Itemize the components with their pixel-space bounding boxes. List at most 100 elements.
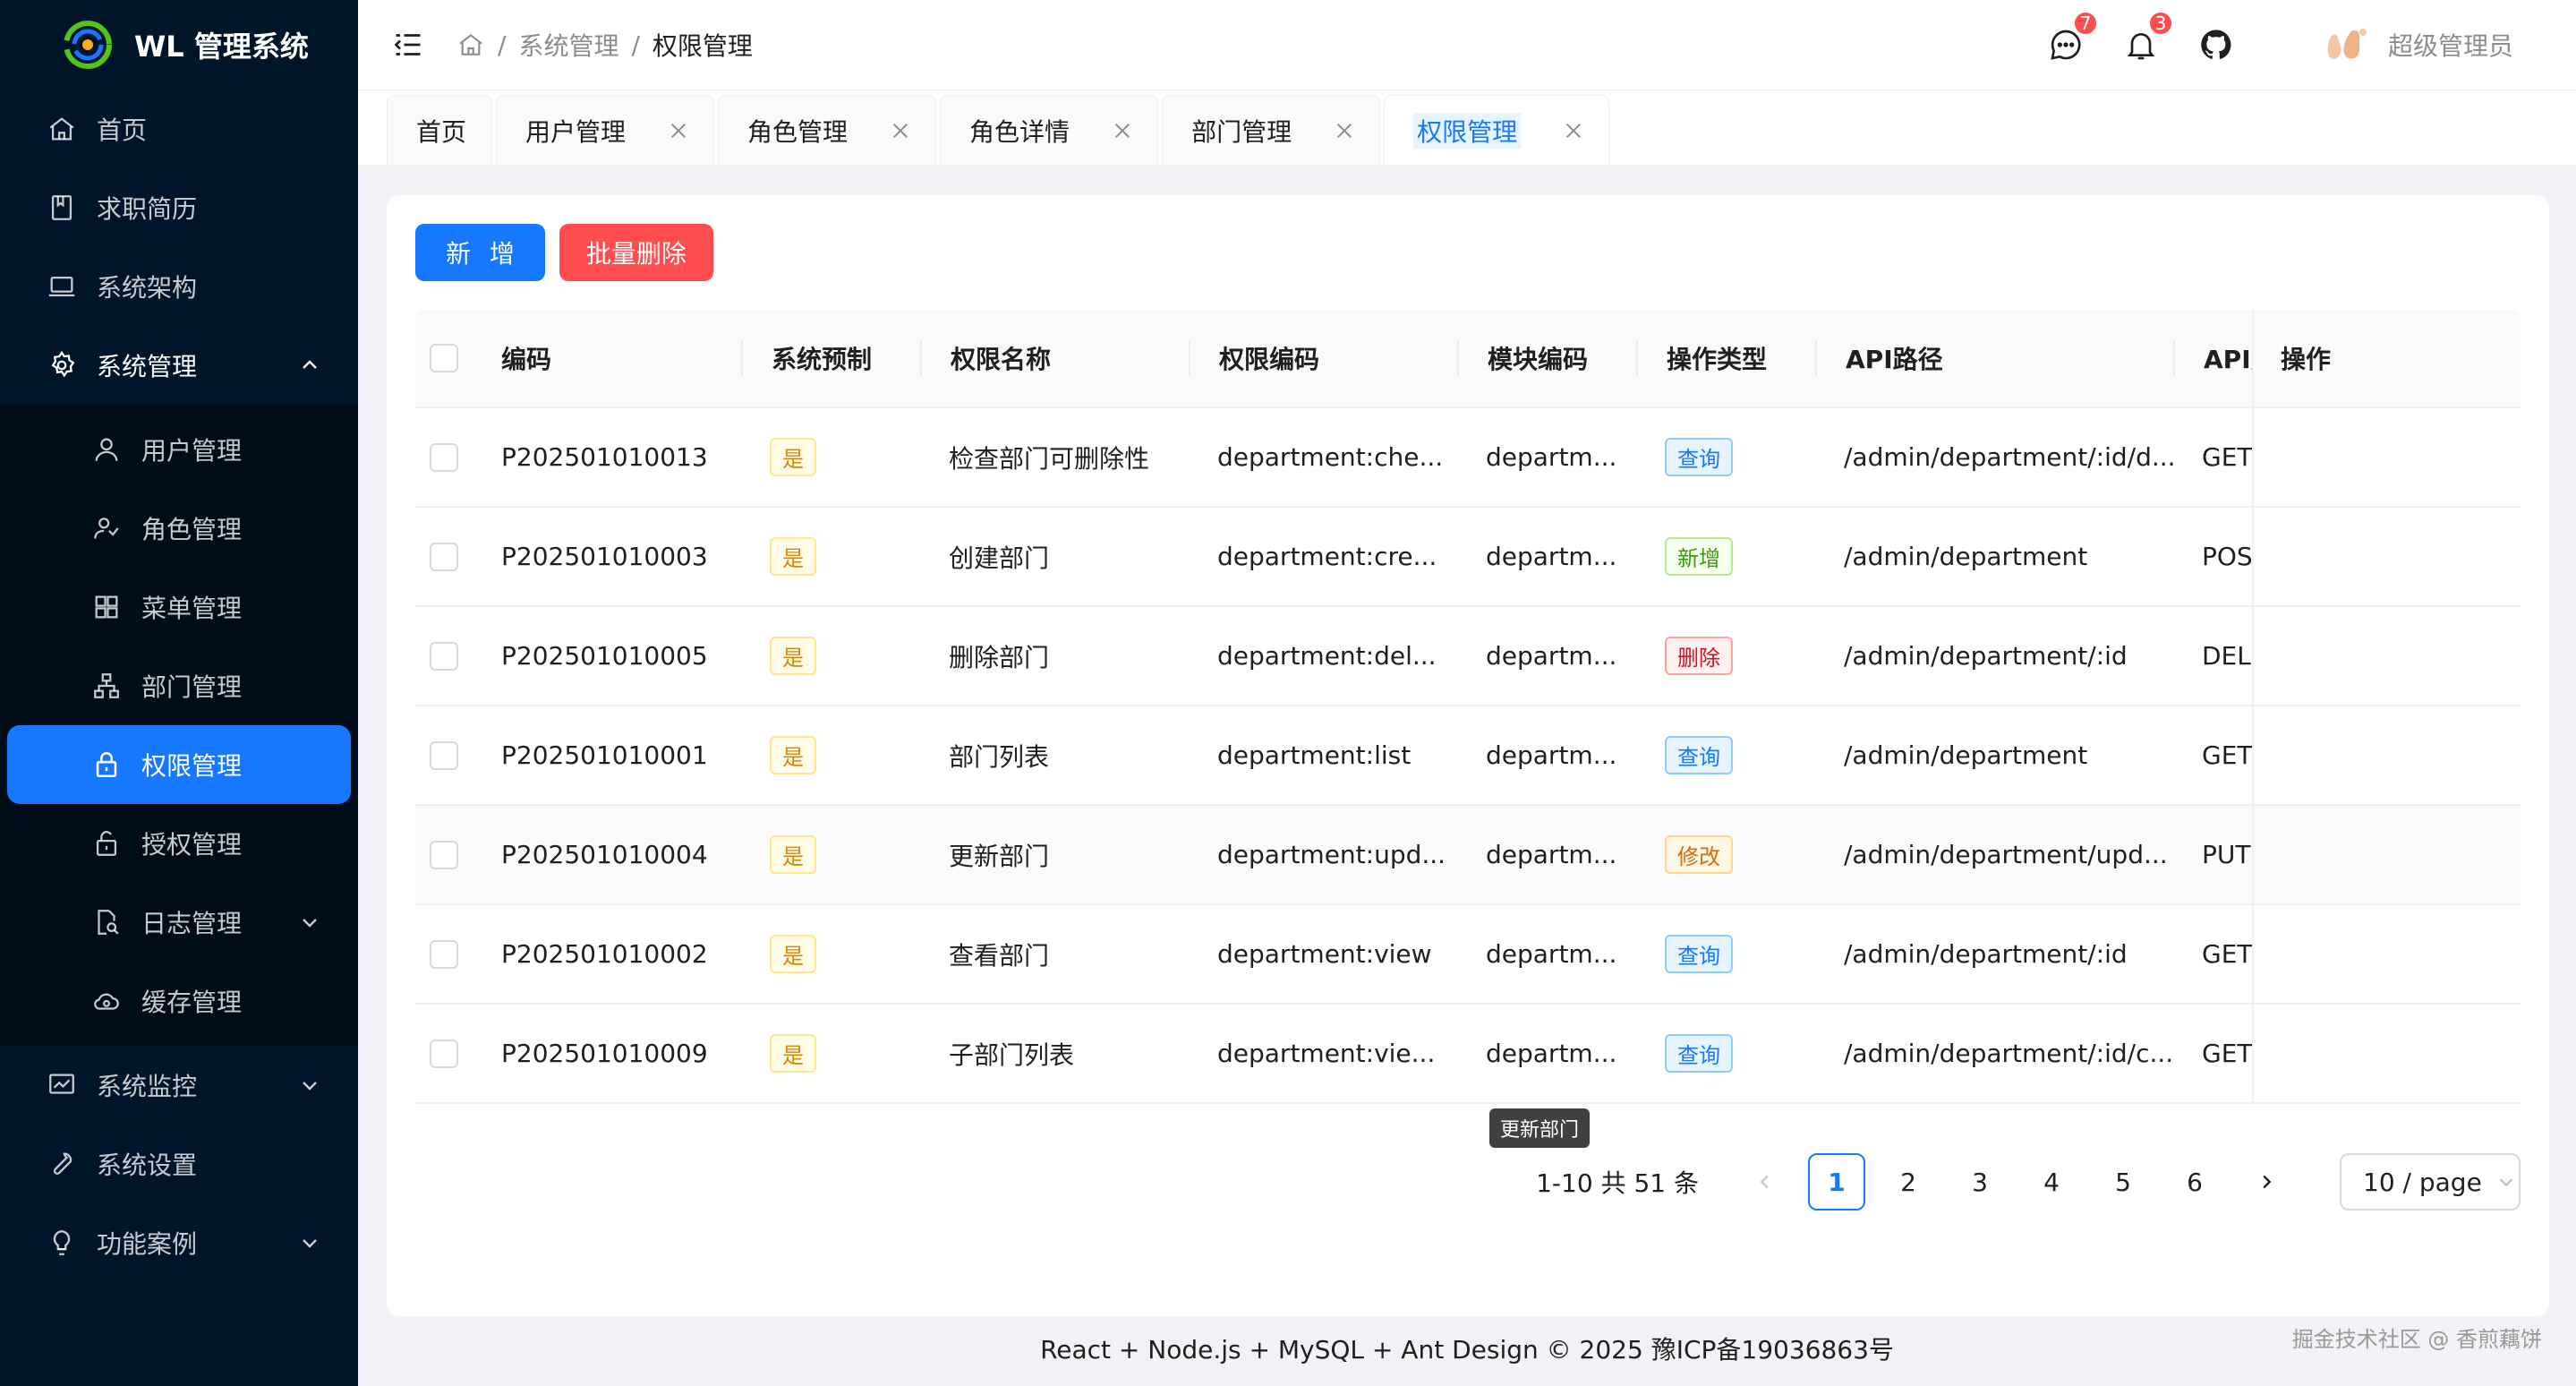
sidebar-item-departments[interactable]: 部门管理	[0, 646, 358, 725]
sidebar-item-architecture[interactable]: 系统架构	[0, 247, 358, 326]
user-name: 超级管理员	[2388, 27, 2513, 63]
sidebar-item-monitoring[interactable]: 系统监控	[0, 1046, 358, 1125]
row-checkbox[interactable]	[430, 741, 458, 770]
tab-departments[interactable]: 部门管理	[1162, 95, 1380, 165]
sidebar-item-label: 首页	[97, 111, 147, 147]
pagination-total: 1-10 共 51 条	[1536, 1164, 1699, 1200]
page-button[interactable]: 1	[1808, 1153, 1865, 1211]
sidebar-item-logs[interactable]: 日志管理	[0, 883, 358, 962]
sidebar-item-system-management[interactable]: 系统管理	[0, 326, 358, 405]
home-icon[interactable]	[456, 30, 485, 59]
page-button[interactable]: 3	[1951, 1153, 2009, 1211]
table-row[interactable]: P202501010009是子部门列表department:vie...depa…	[415, 1005, 2521, 1104]
sidebar: WL 管理系统 首页 求职简历 系统架构 系统管理 用户管理 角色管理 菜单管理	[0, 0, 358, 1386]
sidebar-item-home[interactable]: 首页	[0, 90, 358, 168]
tooltip: 更新部门	[1489, 1108, 1590, 1148]
menu-fold-icon[interactable]	[392, 29, 424, 61]
table-row[interactable]: P202501010013是检查部门可删除性department:che...d…	[415, 408, 2521, 508]
table-row[interactable]: P202501010002是查看部门department:viewdepartm…	[415, 905, 2521, 1005]
book-icon	[47, 192, 77, 223]
table-row[interactable]: P202501010001是部门列表department:listdepartm…	[415, 706, 2521, 806]
cell-perm-code: department:che...	[1189, 442, 1457, 472]
page-button[interactable]: 2	[1880, 1153, 1937, 1211]
cell-perm-code: department:upd...	[1189, 840, 1457, 869]
tab-role-detail[interactable]: 角色详情	[940, 95, 1158, 165]
cell-type: 查询	[1636, 935, 1815, 973]
column-header: 编码	[473, 340, 741, 376]
sidebar-item-label: 用户管理	[141, 432, 242, 467]
system-tag: 是	[770, 637, 816, 675]
breadcrumb-item[interactable]: 系统管理	[518, 27, 618, 63]
notification-button[interactable]: 3	[2123, 27, 2159, 63]
close-icon[interactable]	[669, 121, 688, 141]
close-icon[interactable]	[891, 121, 910, 141]
sidebar-item-roles[interactable]: 角色管理	[0, 489, 358, 568]
prev-page-button[interactable]	[1736, 1153, 1794, 1211]
breadcrumb: / 系统管理 / 权限管理	[456, 27, 753, 63]
lock-icon	[91, 749, 122, 780]
system-tag: 是	[770, 438, 816, 476]
sidebar-item-permissions[interactable]: 权限管理	[7, 725, 351, 804]
type-tag: 修改	[1665, 835, 1733, 874]
sidebar-item-authorization[interactable]: 授权管理	[0, 804, 358, 883]
table-row[interactable]: P202501010003是创建部门department:cre...depar…	[415, 508, 2521, 607]
cell-code: P202501010001	[473, 740, 741, 770]
cell-module: departm...	[1457, 641, 1636, 671]
close-icon[interactable]	[1113, 121, 1132, 141]
add-button[interactable]: 新 增	[415, 224, 545, 281]
table-body: P202501010013是检查部门可删除性department:che...d…	[415, 408, 2521, 1104]
chevron-down-icon	[299, 1232, 320, 1253]
cell-module: departm...	[1457, 442, 1636, 472]
close-icon[interactable]	[1335, 121, 1354, 141]
row-checkbox[interactable]	[430, 841, 458, 869]
cell-perm-code: department:cre...	[1189, 542, 1457, 571]
user-menu[interactable]: 超级管理员	[2324, 23, 2513, 66]
row-checkbox[interactable]	[430, 443, 458, 472]
app-title: WL 管理系统	[134, 24, 309, 65]
page-list: 123456	[1801, 1153, 2231, 1211]
cell-method: GET	[2173, 939, 2252, 969]
page-button[interactable]: 5	[2094, 1153, 2152, 1211]
page-button[interactable]: 4	[2023, 1153, 2080, 1211]
apartment-icon	[91, 671, 122, 701]
tab-roles[interactable]: 角色管理	[718, 95, 936, 165]
table-row[interactable]: P202501010004是更新部门department:upd...depar…	[415, 806, 2521, 905]
cell-type: 修改	[1636, 835, 1815, 874]
tab-home[interactable]: 首页	[387, 95, 492, 165]
cell-module: departm...	[1457, 939, 1636, 969]
row-checkbox[interactable]	[430, 1040, 458, 1068]
sidebar-item-settings[interactable]: 系统设置	[0, 1125, 358, 1203]
avatar	[2324, 23, 2372, 66]
next-page-button[interactable]	[2238, 1153, 2295, 1211]
row-checkbox[interactable]	[430, 940, 458, 969]
page-size-select[interactable]: 10 / page	[2340, 1153, 2521, 1211]
brand[interactable]: WL 管理系统	[0, 0, 358, 90]
github-link[interactable]	[2198, 27, 2234, 63]
close-icon[interactable]	[1564, 121, 1583, 141]
tab-permissions[interactable]: 权限管理	[1384, 95, 1609, 165]
row-checkbox[interactable]	[430, 543, 458, 571]
chevron-down-icon	[299, 1074, 320, 1096]
system-tag: 是	[770, 537, 816, 576]
sidebar-item-examples[interactable]: 功能案例	[0, 1203, 358, 1282]
sidebar-item-label: 系统管理	[97, 347, 197, 383]
table-row[interactable]: P202501010005是删除部门department:del...depar…	[415, 607, 2521, 706]
select-all-cell	[415, 344, 473, 372]
cell-type: 查询	[1636, 1034, 1815, 1073]
column-header: 系统预制	[741, 340, 920, 376]
sidebar-item-cache[interactable]: 缓存管理	[0, 962, 358, 1040]
bulb-icon	[47, 1228, 77, 1258]
breadcrumb-current: 权限管理	[653, 27, 753, 63]
batch-delete-button[interactable]: 批量删除	[559, 224, 713, 281]
page-button[interactable]: 6	[2166, 1153, 2223, 1211]
sidebar-item-resume[interactable]: 求职简历	[0, 168, 358, 247]
message-button[interactable]: 7	[2048, 27, 2084, 63]
sidebar-item-users[interactable]: 用户管理	[0, 410, 358, 489]
select-all-checkbox[interactable]	[430, 344, 458, 372]
cell-api: /admin/department/:id	[1815, 641, 2173, 671]
tab-users[interactable]: 用户管理	[496, 95, 714, 165]
row-checkbox[interactable]	[430, 642, 458, 671]
sidebar-item-menus[interactable]: 菜单管理	[0, 568, 358, 646]
cell-module: departm...	[1457, 1039, 1636, 1068]
breadcrumb-separator: /	[498, 30, 506, 60]
